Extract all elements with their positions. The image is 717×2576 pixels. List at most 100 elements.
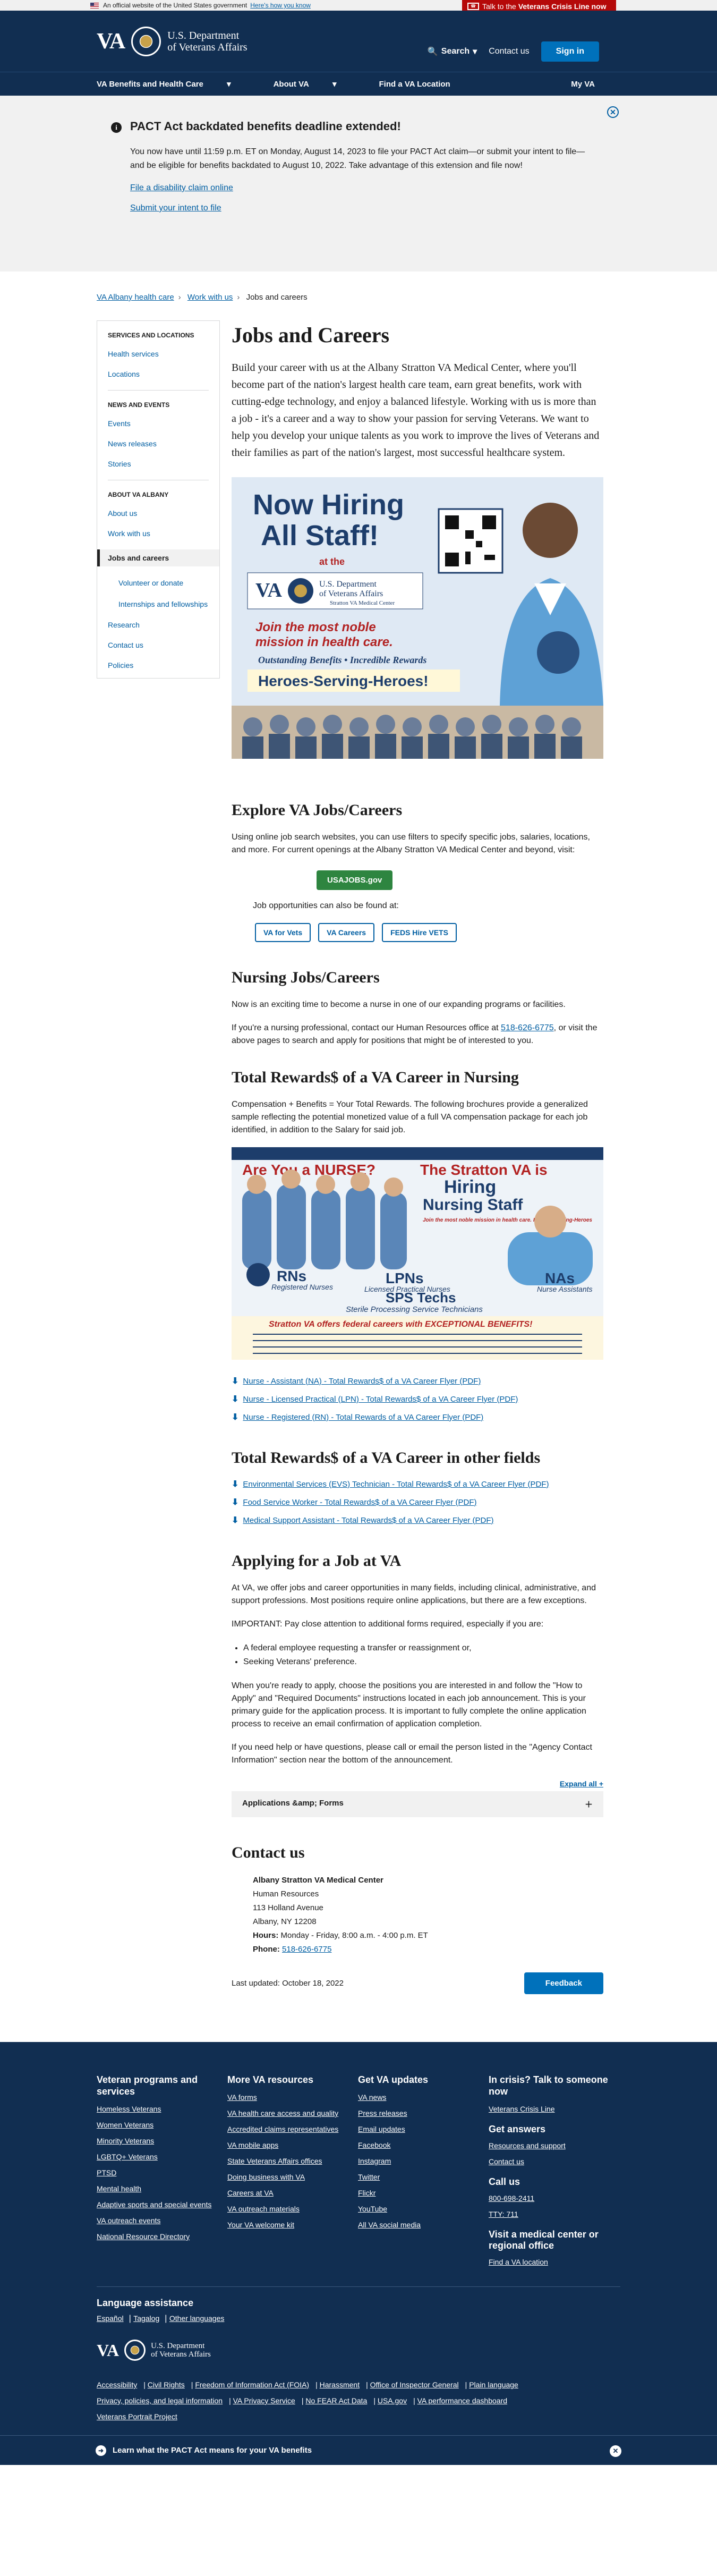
footer-link[interactable]: Privacy, policies, and legal information	[97, 2396, 223, 2405]
sidenav-item-news[interactable]: News releases	[108, 439, 157, 448]
footer-link[interactable]: VA performance dashboard	[417, 2396, 507, 2405]
footer-link[interactable]: VA Privacy Service	[233, 2396, 295, 2405]
contact-phone-link[interactable]: 518-626-6775	[282, 1945, 331, 1954]
footer-link[interactable]: Email updates	[358, 2125, 489, 2133]
lang-link[interactable]: Español	[97, 2314, 124, 2323]
download-food-flyer[interactable]: ⬇ Food Service Worker - Total Rewards$ of…	[232, 1497, 603, 1507]
usajobs-button[interactable]: USAJOBS.gov	[317, 870, 393, 890]
footer-link[interactable]: Minority Veterans	[97, 2137, 227, 2145]
sidenav-item-events[interactable]: Events	[108, 419, 131, 428]
svg-text:VA: VA	[255, 579, 283, 601]
footer-link[interactable]: Homeless Veterans	[97, 2105, 227, 2113]
breadcrumb-albany[interactable]: VA Albany health care	[97, 293, 174, 302]
footer-link[interactable]: Careers at VA	[227, 2189, 358, 2197]
va-logo[interactable]: VA	[97, 29, 125, 54]
search-button[interactable]: 🔍 Search ▾	[428, 46, 477, 57]
footer-link[interactable]: VA outreach materials	[227, 2205, 358, 2213]
footer-link[interactable]: LGBTQ+ Veterans	[97, 2153, 227, 2161]
crisis-label: Talk to the	[482, 2, 516, 11]
contact-us-link[interactable]: Contact us	[489, 47, 529, 56]
download-msa-flyer[interactable]: ⬇ Medical Support Assistant - Total Rewar…	[232, 1515, 603, 1526]
applications-forms-accordion[interactable]: Applications &amp; Forms ＋	[232, 1791, 603, 1817]
hr-phone-link[interactable]: 518-626-6775	[501, 1023, 554, 1032]
footer-link[interactable]: Veterans Portrait Project	[97, 2412, 177, 2421]
site-header: VA U.S. Department of Veterans Affairs 🔍 S…	[0, 11, 717, 96]
footer-link[interactable]: Facebook	[358, 2141, 489, 2149]
footer-link[interactable]: Your VA welcome kit	[227, 2221, 358, 2229]
nav-my-va[interactable]: My VA	[571, 80, 595, 89]
explore-heading: Explore VA Jobs/Careers	[232, 801, 403, 819]
footer-link[interactable]: No FEAR Act Data	[305, 2396, 367, 2405]
footer-link[interactable]: Press releases	[358, 2109, 489, 2117]
svg-text:The Stratton VA is: The Stratton VA is	[420, 1162, 548, 1178]
footer-link[interactable]: Women Veterans	[97, 2121, 227, 2129]
footer-link[interactable]: Accredited claims representatives	[227, 2125, 358, 2133]
how-you-know-link[interactable]: Here's how you know	[250, 2, 311, 9]
footer-link[interactable]: Plain language	[469, 2380, 518, 2389]
footer-link[interactable]: Contact us	[489, 2157, 619, 2166]
footer-link[interactable]: State Veterans Affairs offices	[227, 2157, 358, 2165]
sidenav-item-contact[interactable]: Contact us	[108, 641, 143, 649]
footer-link[interactable]: Freedom of Information Act (FOIA)	[195, 2380, 309, 2389]
download-rn-flyer[interactable]: ⬇ Nurse - Registered (RN) - Total Rewards…	[232, 1412, 603, 1422]
feds-hire-vets-button[interactable]: FEDS Hire VETS	[382, 923, 457, 942]
footer-logo[interactable]: VA U.S. Department of Veterans Affairs	[97, 2340, 620, 2361]
footer-link[interactable]: Flickr	[358, 2189, 489, 2197]
nav-about[interactable]: About VA ▾	[274, 79, 358, 89]
intent-to-file-link[interactable]: Submit your intent to file	[130, 204, 592, 213]
footer-crisis-link[interactable]: Veterans Crisis Line	[489, 2105, 619, 2113]
download-na-flyer[interactable]: ⬇ Nurse - Assistant (NA) - Total Rewards$…	[232, 1376, 603, 1386]
footer-link[interactable]: Adaptive sports and special events	[97, 2200, 227, 2209]
footer-link[interactable]: Resources and support	[489, 2141, 619, 2150]
footer-link[interactable]: VA mobile apps	[227, 2141, 358, 2149]
sign-in-button[interactable]: Sign in	[541, 41, 599, 62]
sidenav-item-health-services[interactable]: Health services	[108, 350, 159, 358]
sidenav-item-internships[interactable]: Internships and fellowships	[97, 599, 219, 609]
close-icon[interactable]: ✕	[607, 106, 619, 118]
sidenav-item-work[interactable]: Work with us	[108, 529, 150, 538]
svg-text:RNs: RNs	[277, 1268, 306, 1284]
lang-link[interactable]: Other languages	[169, 2314, 225, 2323]
footer-link[interactable]: USA.gov	[378, 2396, 407, 2405]
feedback-button[interactable]: Feedback	[524, 1972, 603, 1994]
lang-link[interactable]: Tagalog	[133, 2314, 159, 2323]
footer-link[interactable]: PTSD	[97, 2168, 227, 2177]
sidenav-item-research[interactable]: Research	[108, 621, 140, 629]
va-careers-button[interactable]: VA Careers	[318, 923, 375, 942]
footer-link[interactable]: Accessibility	[97, 2380, 137, 2389]
footer-link[interactable]: National Resource Directory	[97, 2232, 227, 2241]
footer-phone-link[interactable]: 800-698-2411	[489, 2194, 619, 2202]
sidenav-item-volunteer[interactable]: Volunteer or donate	[97, 578, 219, 588]
footer-link[interactable]: Doing business with VA	[227, 2173, 358, 2181]
va-for-vets-button[interactable]: VA for Vets	[255, 923, 311, 942]
expand-all-button[interactable]: Expand all +	[232, 1780, 603, 1788]
footer-link[interactable]: YouTube	[358, 2205, 489, 2213]
footer-link[interactable]: Harassment	[320, 2380, 360, 2389]
footer-col-programs: Veteran programs and services Homeless V…	[97, 2074, 227, 2274]
footer-link[interactable]: VA news	[358, 2093, 489, 2102]
nav-benefits[interactable]: VA Benefits and Health Care ▾	[97, 79, 252, 89]
download-lpn-flyer[interactable]: ⬇ Nurse - Licensed Practical (LPN) - Tota…	[232, 1394, 603, 1404]
footer-link[interactable]: VA outreach events	[97, 2216, 227, 2225]
breadcrumb-work[interactable]: Work with us	[187, 293, 233, 302]
close-icon[interactable]: ✕	[610, 2445, 621, 2457]
footer-link[interactable]: VA health care access and quality	[227, 2109, 358, 2117]
footer-link[interactable]: Instagram	[358, 2157, 489, 2165]
footer-find-location-link[interactable]: Find a VA location	[489, 2258, 619, 2266]
nav-find-location[interactable]: Find a VA Location	[379, 80, 450, 89]
footer-link[interactable]: All VA social media	[358, 2221, 489, 2229]
download-evs-flyer[interactable]: ⬇ Environmental Services (EVS) Technician…	[232, 1479, 603, 1489]
footer-link[interactable]: Office of Inspector General	[370, 2380, 459, 2389]
sidenav-item-locations[interactable]: Locations	[108, 370, 140, 378]
file-claim-link[interactable]: File a disability claim online	[130, 183, 592, 193]
footer-link[interactable]: Twitter	[358, 2173, 489, 2181]
pact-act-bar[interactable]: ➜ Learn what the PACT Act means for your…	[0, 2435, 717, 2465]
sidenav-item-about[interactable]: About us	[108, 509, 137, 518]
sidenav-item-policies[interactable]: Policies	[108, 661, 133, 670]
footer-link[interactable]: Mental health	[97, 2184, 227, 2193]
sidenav-item-stories[interactable]: Stories	[108, 460, 131, 468]
footer-tty-link[interactable]: TTY: 711	[489, 2210, 619, 2218]
footer-link[interactable]: Civil Rights	[148, 2380, 185, 2389]
sidenav-item-jobs-active[interactable]: Jobs and careers	[97, 549, 219, 566]
footer-link[interactable]: VA forms	[227, 2093, 358, 2102]
